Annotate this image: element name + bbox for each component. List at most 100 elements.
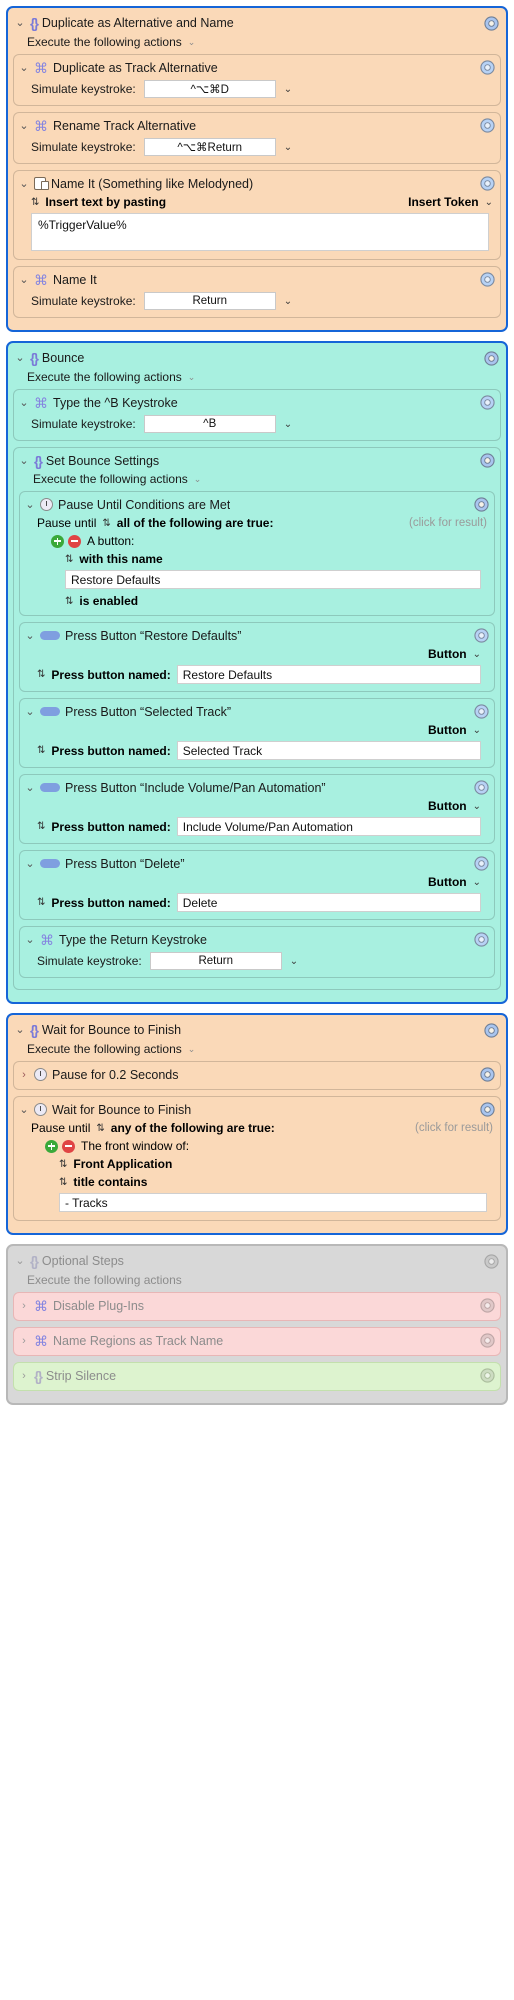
action-header[interactable]: › ⌘ Name Regions as Track Name <box>19 1331 495 1350</box>
gear-icon[interactable] <box>480 453 495 468</box>
chevron-down-icon[interactable]: ⌄ <box>284 84 292 95</box>
disclosure-triangle-icon[interactable]: ⌄ <box>19 397 29 409</box>
keystroke-field[interactable]: Return <box>149 952 282 970</box>
disclosure-triangle-icon[interactable]: ⌄ <box>25 499 35 511</box>
chevron-down-icon[interactable]: ⌄ <box>284 296 292 307</box>
action-header[interactable]: ⌄ Wait for Bounce to Finish <box>19 1100 495 1119</box>
disclosure-triangle-icon[interactable]: ⌄ <box>19 455 29 467</box>
stepper-icon[interactable]: ⇅ <box>37 745 45 756</box>
gear-icon[interactable] <box>480 1102 495 1117</box>
subgroup-header[interactable]: ⌄ {} Set Bounce Settings <box>19 451 495 470</box>
button-type-menu[interactable]: Button <box>428 723 467 737</box>
disclosure-triangle-icon[interactable]: ⌄ <box>15 17 25 29</box>
disclosure-triangle-icon[interactable]: ⌄ <box>25 630 35 642</box>
gear-icon[interactable] <box>480 1368 495 1383</box>
action-disable-plug-ins[interactable]: › ⌘ Disable Plug-Ins <box>13 1292 501 1321</box>
disclosure-triangle-icon[interactable]: ⌄ <box>25 934 35 946</box>
remove-condition-icon[interactable] <box>62 1139 75 1153</box>
condition-value-field[interactable]: - Tracks <box>59 1193 487 1212</box>
action-header[interactable]: ⌄ Press Button “Restore Defaults” <box>25 626 489 645</box>
disclosure-triangle-icon[interactable]: ⌄ <box>19 120 29 132</box>
disclosure-triangle-icon[interactable]: ⌄ <box>19 178 29 190</box>
disclosure-triangle-icon[interactable]: › <box>19 1300 29 1312</box>
group-duplicate-as-alternative-and-name[interactable]: ⌄ {} Duplicate as Alternative and Name E… <box>6 6 508 332</box>
condition-target-menu[interactable]: Front Application <box>73 1157 172 1171</box>
chevron-down-icon[interactable]: ⌄ <box>473 725 481 736</box>
action-header[interactable]: › ⌘ Disable Plug-Ins <box>19 1296 495 1315</box>
group-execute-label[interactable]: Execute the following actions <box>13 1271 501 1292</box>
chevron-down-icon[interactable]: ⌄ <box>284 419 292 430</box>
gear-icon[interactable] <box>484 1022 499 1038</box>
gear-icon[interactable] <box>480 118 495 133</box>
action-press-button-delete[interactable]: ⌄ Press Button “Delete” Button ⌄ ⇅ Press… <box>19 850 495 920</box>
group-execute-label[interactable]: Execute the following actions ⌄ <box>13 1040 501 1061</box>
match-mode-menu[interactable]: any of the following are true: <box>111 1121 275 1135</box>
chevron-down-icon[interactable]: ⌄ <box>188 1044 196 1055</box>
match-mode-menu[interactable]: all of the following are true: <box>117 516 274 530</box>
condition-attribute-menu[interactable]: with this name <box>79 552 162 566</box>
chevron-down-icon[interactable]: ⌄ <box>284 142 292 153</box>
remove-condition-icon[interactable] <box>68 534 81 548</box>
chevron-down-icon[interactable]: ⌄ <box>188 372 196 383</box>
gear-icon[interactable] <box>474 780 489 795</box>
disclosure-triangle-icon[interactable]: ⌄ <box>15 1255 25 1267</box>
action-wait-for-bounce-to-finish-condition[interactable]: ⌄ Wait for Bounce to Finish Pause until … <box>13 1096 501 1221</box>
button-type-menu[interactable]: Button <box>428 647 467 661</box>
gear-icon[interactable] <box>480 60 495 75</box>
stepper-icon[interactable]: ⇅ <box>59 1177 67 1188</box>
button-name-field[interactable]: Restore Defaults <box>176 665 481 684</box>
disclosure-triangle-icon[interactable]: › <box>19 1370 29 1382</box>
stepper-icon[interactable]: ⇅ <box>59 1159 67 1170</box>
disclosure-triangle-icon[interactable]: ⌄ <box>25 706 35 718</box>
action-type-the-return-keystroke[interactable]: ⌄ ⌘ Type the Return Keystroke Simulate k… <box>19 926 495 978</box>
chevron-down-icon[interactable]: ⌄ <box>188 37 196 48</box>
button-type-menu[interactable]: Button <box>428 875 467 889</box>
disclosure-triangle-icon[interactable]: › <box>19 1069 29 1081</box>
action-header[interactable]: ⌄ ⌘ Rename Track Alternative <box>19 116 495 135</box>
button-type-menu[interactable]: Button <box>428 799 467 813</box>
gear-icon[interactable] <box>480 1298 495 1313</box>
action-rename-track-alternative[interactable]: ⌄ ⌘ Rename Track Alternative Simulate ke… <box>13 112 501 164</box>
group-header[interactable]: ⌄ {} Wait for Bounce to Finish <box>13 1019 501 1040</box>
disclosure-triangle-icon[interactable]: ⌄ <box>19 1104 29 1116</box>
keystroke-field[interactable]: ^⌥⌘D <box>143 80 276 98</box>
action-pause-until-conditions-are-met[interactable]: ⌄ Pause Until Conditions are Met Pause u… <box>19 491 495 616</box>
disclosure-triangle-icon[interactable]: ⌄ <box>25 858 35 870</box>
stepper-icon[interactable]: ⇅ <box>37 897 45 908</box>
group-execute-label[interactable]: Execute the following actions ⌄ <box>13 33 501 54</box>
action-press-button-selected-track[interactable]: ⌄ Press Button “Selected Track” Button ⌄… <box>19 698 495 768</box>
action-header[interactable]: ⌄ Press Button “Delete” <box>25 854 489 873</box>
button-name-field[interactable]: Selected Track <box>176 741 481 760</box>
keystroke-field[interactable]: ^⌥⌘Return <box>143 138 276 156</box>
gear-icon[interactable] <box>484 15 499 31</box>
action-header[interactable]: ⌄ Name It (Something like Melodyned) <box>19 174 495 193</box>
action-pause-for-0-2-seconds[interactable]: › Pause for 0.2 Seconds <box>13 1061 501 1090</box>
action-header[interactable]: ⌄ ⌘ Duplicate as Track Alternative <box>19 58 495 77</box>
group-header[interactable]: ⌄ {} Duplicate as Alternative and Name <box>13 12 501 33</box>
group-wait-for-bounce-to-finish[interactable]: ⌄ {} Wait for Bounce to Finish Execute t… <box>6 1013 508 1235</box>
gear-icon[interactable] <box>480 395 495 410</box>
group-header[interactable]: ⌄ {} Bounce <box>13 347 501 368</box>
action-name-it-something-like-melodyned[interactable]: ⌄ Name It (Something like Melodyned) ⇅ I… <box>13 170 501 260</box>
button-name-field[interactable]: Include Volume/Pan Automation <box>176 817 481 836</box>
action-type-the-ctrl-b-keystroke[interactable]: ⌄ ⌘ Type the ^B Keystroke Simulate keyst… <box>13 389 501 441</box>
chevron-down-icon[interactable]: ⌄ <box>485 197 493 208</box>
disclosure-triangle-icon[interactable]: ⌄ <box>15 352 25 364</box>
stepper-icon[interactable]: ⇅ <box>65 596 73 607</box>
action-header[interactable]: ⌄ ⌘ Name It <box>19 270 495 289</box>
click-for-result-hint[interactable]: (click for result) <box>409 517 487 529</box>
action-name-it[interactable]: ⌄ ⌘ Name It Simulate keystroke: Return ⌄ <box>13 266 501 318</box>
disclosure-triangle-icon[interactable]: › <box>19 1335 29 1347</box>
button-name-field[interactable]: Delete <box>176 893 481 912</box>
gear-icon[interactable] <box>484 1253 499 1269</box>
stepper-icon[interactable]: ⇅ <box>31 197 39 208</box>
action-header[interactable]: ⌄ ⌘ Type the ^B Keystroke <box>19 393 495 412</box>
condition-add-remove[interactable] <box>51 534 81 548</box>
stepper-icon[interactable]: ⇅ <box>37 821 45 832</box>
disclosure-triangle-icon[interactable]: ⌄ <box>15 1024 25 1036</box>
insert-mode-label[interactable]: Insert text by pasting <box>45 195 166 209</box>
condition-value-field[interactable]: Restore Defaults <box>65 570 481 589</box>
chevron-down-icon[interactable]: ⌄ <box>473 877 481 888</box>
subgroup-execute-label[interactable]: Execute the following actions ⌄ <box>19 470 495 491</box>
disclosure-triangle-icon[interactable]: ⌄ <box>19 274 29 286</box>
